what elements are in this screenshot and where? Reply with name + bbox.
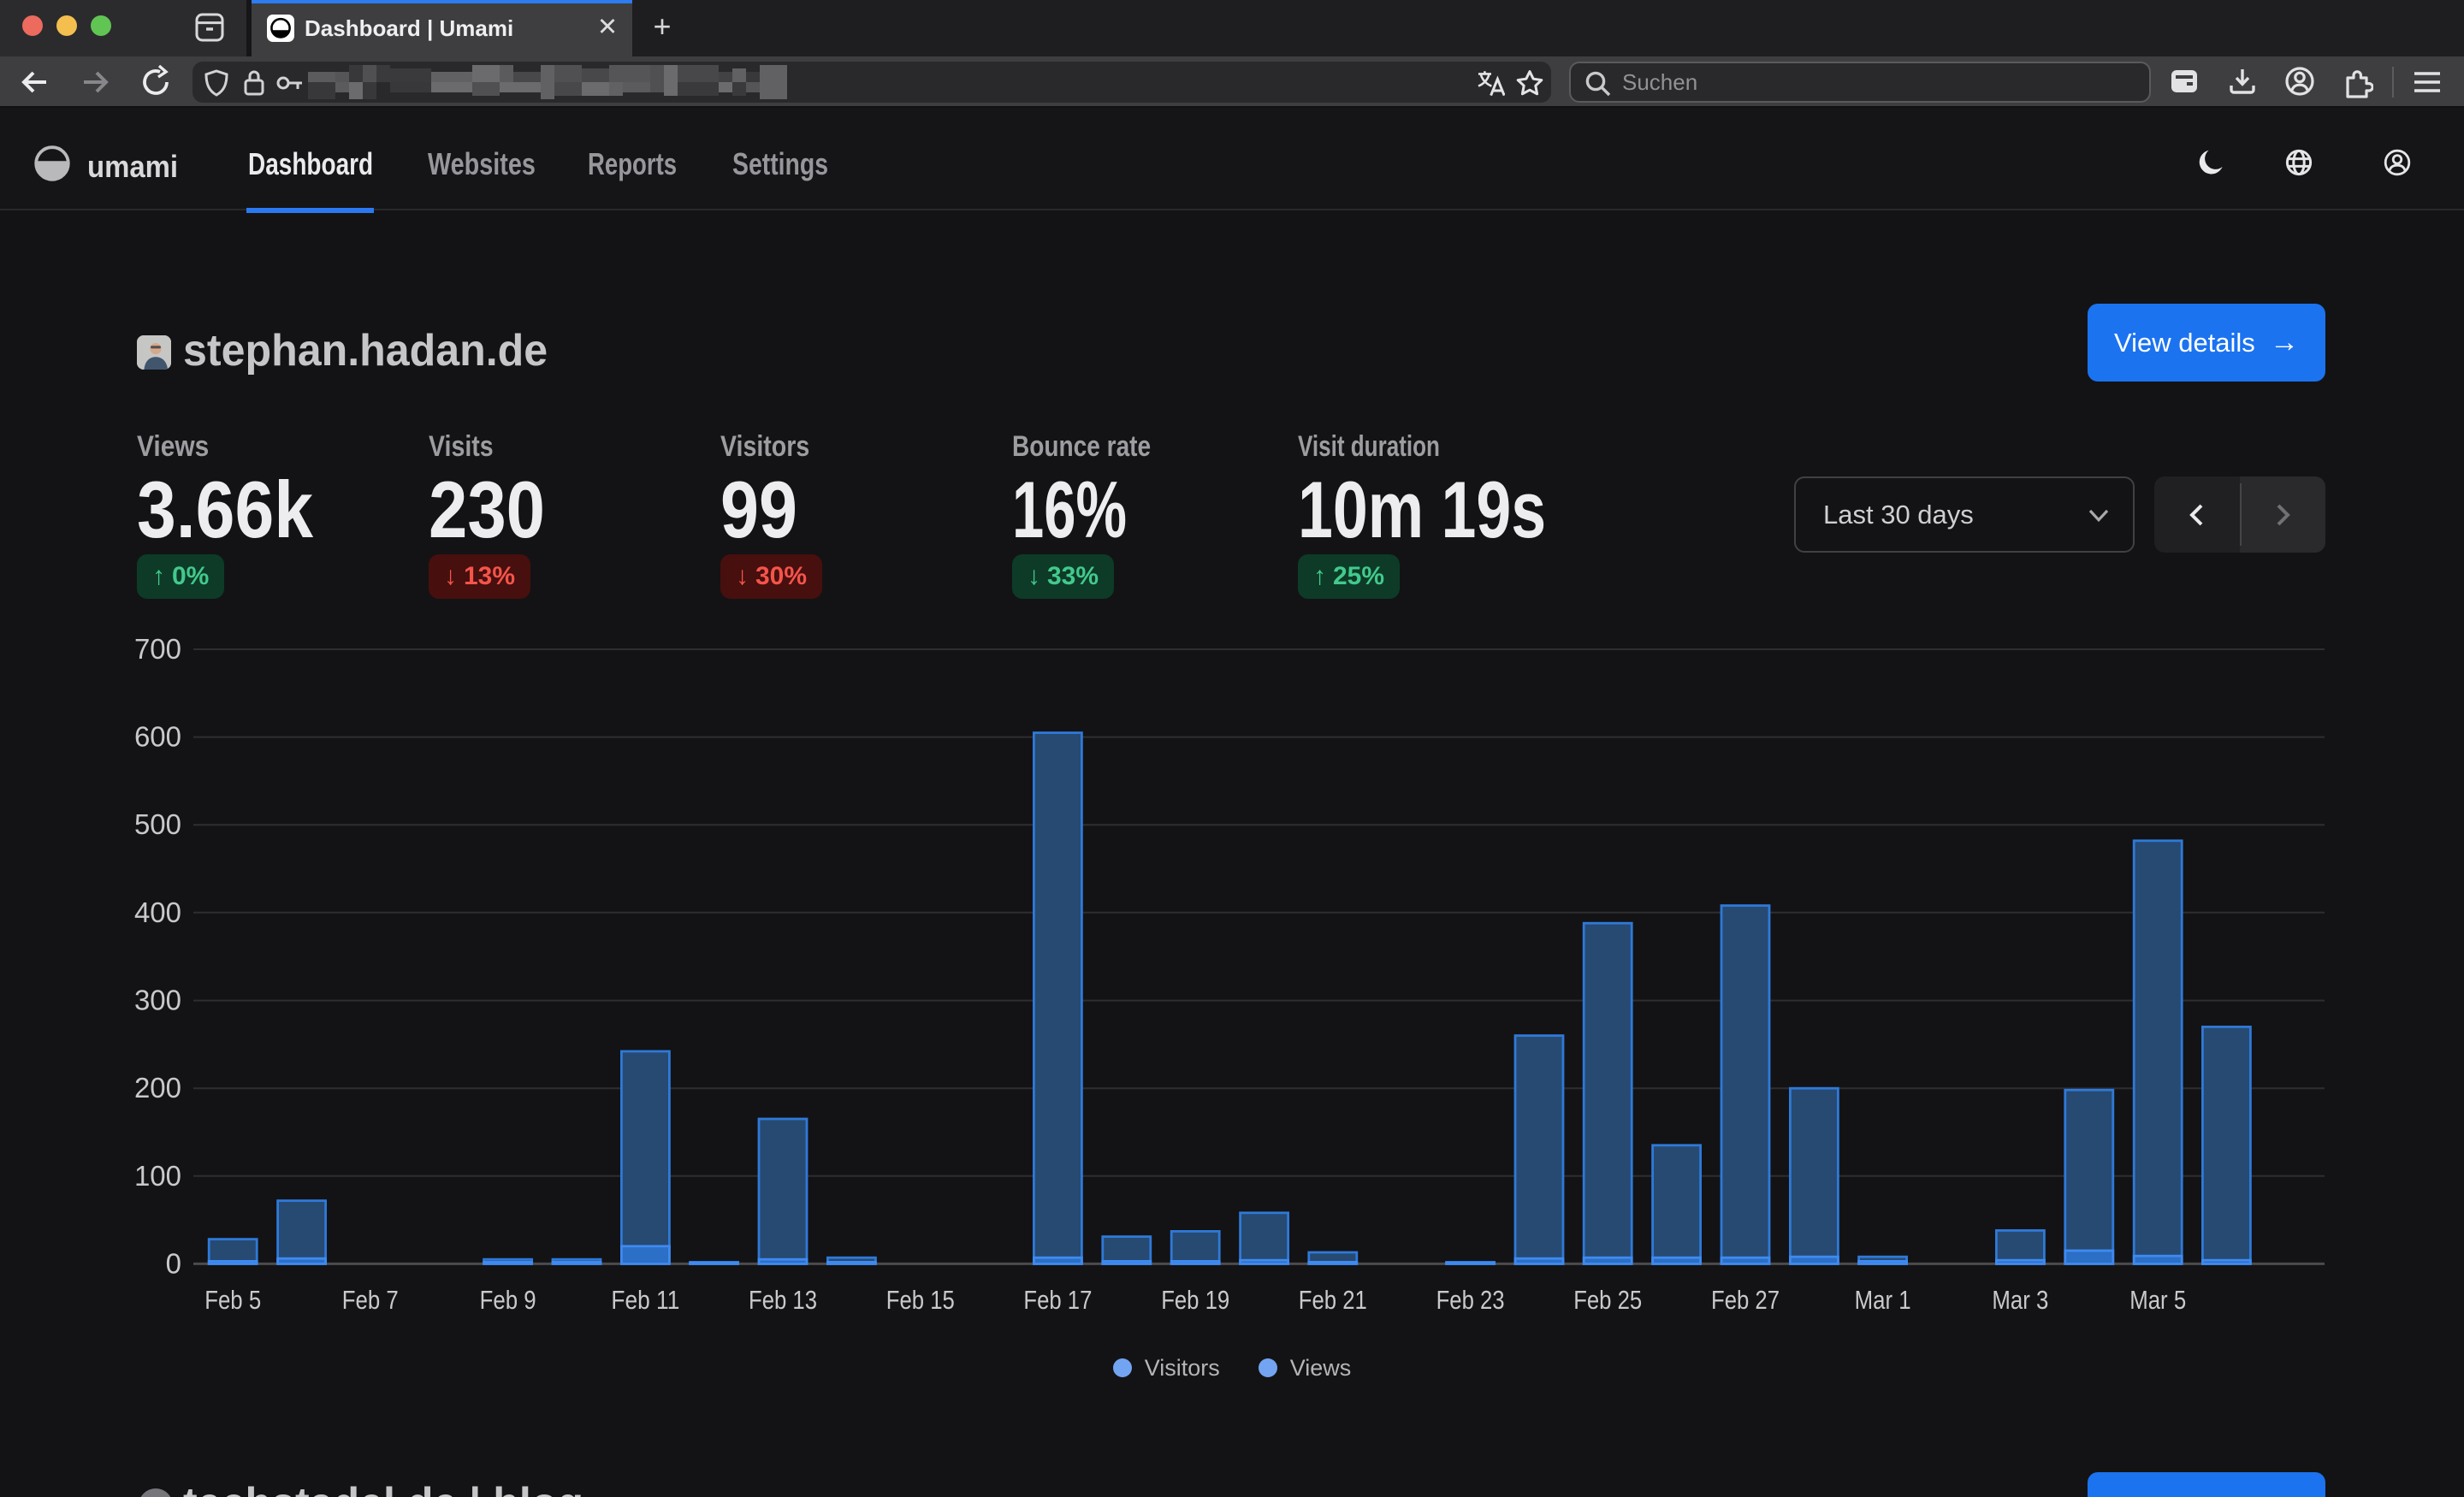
svg-text:Feb 5: Feb 5 (204, 1285, 261, 1315)
svg-text:400: 400 (134, 896, 181, 928)
svg-text:300: 300 (134, 985, 181, 1016)
svg-text:0: 0 (166, 1247, 181, 1279)
svg-text:Mar 3: Mar 3 (1992, 1285, 2048, 1315)
svg-text:Feb 9: Feb 9 (480, 1285, 536, 1315)
svg-text:Feb 21: Feb 21 (1299, 1285, 1367, 1315)
svg-text:Mar 1: Mar 1 (1855, 1285, 1911, 1315)
svg-text:200: 200 (134, 1072, 181, 1104)
svg-text:Feb 11: Feb 11 (611, 1285, 679, 1315)
svg-text:Feb 15: Feb 15 (886, 1285, 955, 1315)
svg-text:Mar 5: Mar 5 (2129, 1285, 2186, 1315)
svg-text:500: 500 (134, 808, 181, 840)
svg-text:600: 600 (134, 721, 181, 753)
svg-text:Feb 27: Feb 27 (1711, 1285, 1780, 1315)
svg-text:Feb 25: Feb 25 (1573, 1285, 1642, 1315)
svg-text:Feb 7: Feb 7 (342, 1285, 399, 1315)
svg-text:Feb 13: Feb 13 (749, 1285, 817, 1315)
svg-text:Feb 19: Feb 19 (1161, 1285, 1229, 1315)
svg-text:Feb 17: Feb 17 (1023, 1285, 1092, 1315)
svg-text:100: 100 (134, 1160, 181, 1192)
svg-text:700: 700 (134, 633, 181, 665)
svg-text:Feb 23: Feb 23 (1436, 1285, 1505, 1315)
